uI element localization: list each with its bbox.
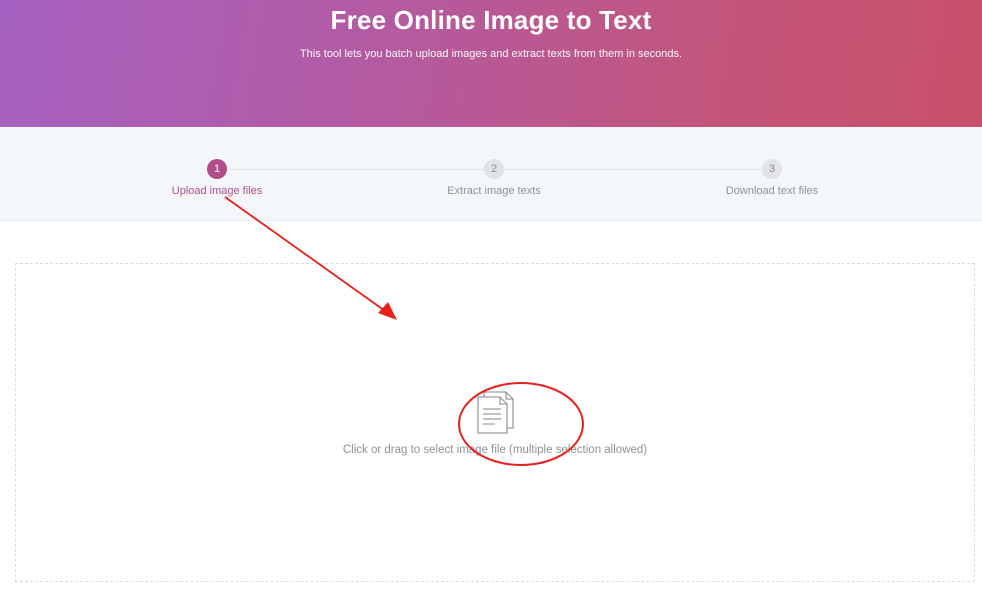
step-number-2: 2 <box>484 159 504 179</box>
steps-progress: 1 Upload image files 2 Extract image tex… <box>0 127 982 221</box>
step-number-1: 1 <box>207 159 227 179</box>
hero-banner: Free Online Image to Text This tool lets… <box>0 0 982 127</box>
step-number-3: 3 <box>762 159 782 179</box>
step-extract: 2 Extract image texts <box>404 159 584 198</box>
step-label-upload: Upload image files <box>171 185 263 197</box>
step-upload: 1 Upload image files <box>127 159 307 198</box>
step-label-download: Download text files <box>725 185 819 197</box>
page-title: Free Online Image to Text <box>330 5 652 35</box>
document-icon[interactable] <box>476 390 516 434</box>
step-download: 3 Download text files <box>682 159 862 198</box>
step-label-extract: Extract image texts <box>447 185 541 197</box>
page-subtitle: This tool lets you batch upload images a… <box>299 48 683 60</box>
file-dropzone[interactable]: Click or drag to select image file (mult… <box>15 263 975 582</box>
dropzone-instruction[interactable]: Click or drag to select image file (mult… <box>16 444 974 456</box>
